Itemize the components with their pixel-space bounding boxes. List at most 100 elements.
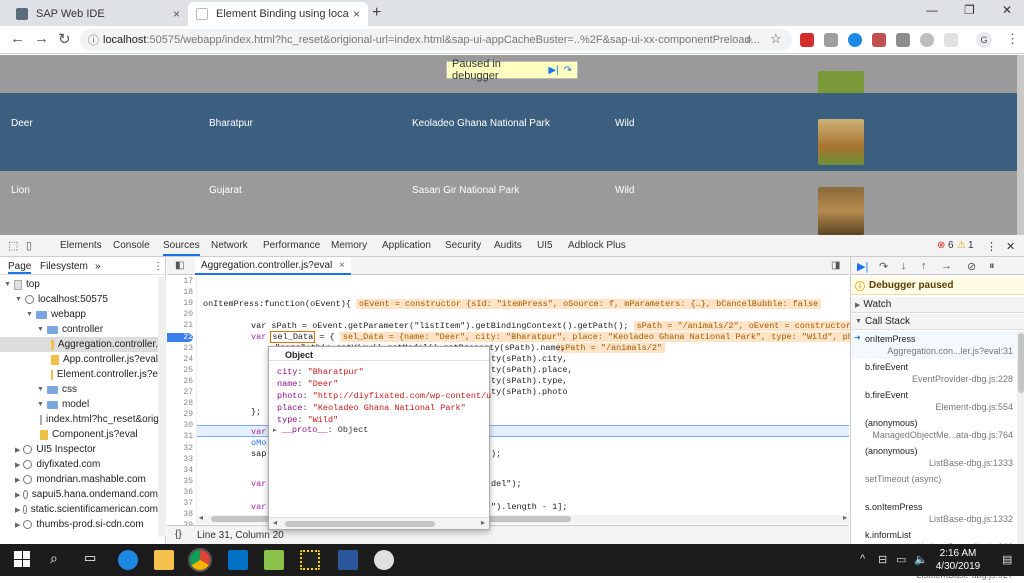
tab-audits[interactable]: Audits	[494, 240, 522, 251]
popup-scrollbar[interactable]: ◂ ▸	[269, 517, 489, 529]
tab-close-icon[interactable]: ×	[353, 7, 360, 21]
line-number[interactable]: 33	[167, 455, 193, 464]
extension-icon[interactable]	[848, 33, 862, 47]
system-clock[interactable]: 2:16 AM 4/30/2019	[928, 547, 988, 573]
line-number[interactable]: 24	[167, 355, 193, 364]
line-number[interactable]: 37	[167, 499, 193, 508]
line-number[interactable]: 28	[167, 399, 193, 408]
tree-item[interactable]: ▼ css	[0, 382, 158, 397]
editor-file-tab[interactable]: Aggregation.controller.js?eval ×	[195, 257, 351, 275]
expand-chevron-icon[interactable]: ▶	[15, 446, 20, 454]
expand-chevron-icon[interactable]: ▶	[15, 476, 20, 484]
people-icon[interactable]: ^	[860, 553, 865, 565]
pretty-print-icon[interactable]: {}	[175, 529, 182, 540]
line-number[interactable]: 27	[167, 388, 193, 397]
call-frame[interactable]: setTimeout (async)	[851, 471, 1017, 499]
tab-adblock-plus[interactable]: Adblock Plus	[568, 240, 626, 251]
remote-desktop-icon[interactable]	[374, 550, 394, 570]
line-number[interactable]: 18	[167, 288, 193, 297]
forward-arrow-icon[interactable]: →	[34, 30, 49, 47]
tab-network[interactable]: Network	[211, 240, 248, 251]
devtools-menu-icon[interactable]: ⋮	[986, 240, 997, 253]
battery-icon[interactable]: ▭	[896, 553, 906, 566]
file-explorer-icon[interactable]	[154, 550, 174, 570]
tree-item[interactable]: ▼ model	[0, 397, 158, 412]
toggle-debugger-icon[interactable]: ◨	[831, 260, 840, 271]
hovered-variable[interactable]: sel_Data	[270, 331, 316, 343]
line-number[interactable]: 31	[167, 432, 193, 441]
line-number[interactable]: 34	[167, 466, 193, 475]
tree-item[interactable]: Component.js?eval	[0, 427, 158, 442]
tree-item[interactable]: ▶ diyfixated.com	[0, 457, 158, 472]
action-center-icon[interactable]: ▤	[1002, 553, 1012, 566]
table-row[interactable]: Lion Gujarat Sasan Gir National Park Wil…	[0, 171, 1017, 235]
tree-item[interactable]: ▼ controller	[0, 322, 158, 337]
tree-item[interactable]: Element.controller.js?e	[0, 367, 158, 382]
windows-start-icon[interactable]	[14, 551, 30, 567]
tree-item[interactable]: ▼ webapp	[0, 307, 158, 322]
inspect-icon[interactable]: ⬚	[8, 239, 18, 252]
expand-chevron-icon[interactable]: ▶	[15, 521, 20, 529]
extension-icon[interactable]	[824, 33, 838, 47]
tree-item[interactable]: Aggregation.controller.	[0, 337, 158, 352]
line-number[interactable]: 30	[167, 421, 193, 430]
breakpoint-line-number[interactable]: 22	[167, 332, 193, 342]
reload-icon[interactable]: ↻	[58, 30, 71, 48]
internet-explorer-icon[interactable]	[118, 550, 138, 570]
minimize-button[interactable]: —	[926, 3, 938, 17]
info-icon[interactable]: ⓘ	[88, 32, 99, 48]
zoom-search-icon[interactable]: ⌕	[746, 32, 753, 47]
outlook-icon[interactable]	[228, 550, 248, 570]
expand-chevron-icon[interactable]: ▼	[37, 401, 44, 408]
line-number[interactable]: 25	[167, 366, 193, 375]
tree-item[interactable]: ▶ thumbs-prod.si-cdn.com	[0, 517, 158, 532]
tree-item[interactable]: ▶ sapui5.hana.ondemand.com	[0, 487, 158, 502]
notepad-plus-plus-icon[interactable]	[264, 550, 284, 570]
tree-item[interactable]: ▶ UI5 Inspector	[0, 442, 158, 457]
resume-icon[interactable]: ▶|	[857, 260, 868, 273]
expand-chevron-icon[interactable]: ▼	[37, 386, 44, 393]
line-number[interactable]: 32	[167, 444, 193, 453]
watch-section-header[interactable]: ▶ Watch	[851, 297, 1024, 313]
call-frame[interactable]: ➜ onItemPress Aggregation.con...ler.js?eva…	[851, 331, 1017, 359]
expand-chevron-icon[interactable]: ▶	[15, 461, 20, 469]
tab-sources[interactable]: Sources	[163, 240, 200, 256]
expand-chevron-icon[interactable]: ▶	[15, 491, 20, 499]
tab-sap-web-ide[interactable]: SAP Web IDE ×	[8, 2, 188, 26]
tab-page[interactable]: Page	[8, 261, 32, 274]
expand-chevron-icon[interactable]: ▼	[4, 281, 11, 288]
tab-console[interactable]: Console	[113, 240, 150, 251]
new-tab-button[interactable]: +	[372, 4, 381, 22]
word-icon[interactable]	[338, 550, 358, 570]
expand-chevron-icon[interactable]: ▶	[15, 506, 20, 514]
back-arrow-icon[interactable]: ←	[10, 30, 25, 47]
line-number[interactable]: 17	[167, 277, 193, 286]
step-icon[interactable]: →	[941, 260, 952, 272]
close-window-button[interactable]: ✕	[1002, 3, 1012, 17]
tree-item[interactable]: ▶ mondrian.mashable.com	[0, 472, 158, 487]
extension-icon[interactable]	[896, 33, 910, 47]
tree-item[interactable]: App.controller.js?eval	[0, 352, 158, 367]
tab-elements[interactable]: Elements	[60, 240, 102, 251]
error-count-icon[interactable]: ⊗	[937, 240, 945, 251]
call-frame[interactable]: (anonymous) ListBase-dbg.js:1333	[851, 443, 1017, 471]
step-out-icon[interactable]: ↑	[921, 260, 927, 272]
step-into-icon[interactable]: ↓	[901, 260, 907, 272]
navigator-menu-icon[interactable]: ⋮	[153, 261, 163, 272]
line-number[interactable]: 36	[167, 488, 193, 497]
line-number[interactable]: 26	[167, 377, 193, 386]
line-number[interactable]: 21	[167, 321, 193, 330]
search-icon[interactable]: ⌕	[50, 550, 58, 567]
network-icon[interactable]: ⊟	[878, 553, 887, 566]
sap-logon-icon[interactable]	[300, 550, 320, 570]
call-frame[interactable]: (anonymous) ManagedObjectMe...ata-dbg.js:…	[851, 415, 1017, 443]
tree-item[interactable]: index.html?hc_reset&orig	[0, 412, 159, 427]
line-number[interactable]: 20	[167, 310, 193, 319]
extension-icon[interactable]	[944, 33, 958, 47]
volume-icon[interactable]: 🔈	[914, 553, 928, 566]
call-frame[interactable]: b.fireEvent Element-dbg.js:554	[851, 387, 1017, 415]
tree-item[interactable]: ▼ localhost:50575	[0, 292, 158, 307]
maximize-button[interactable]: ❐	[964, 3, 975, 17]
toggle-navigator-icon[interactable]: ◧	[175, 260, 184, 271]
tree-item[interactable]: ▶ static.scientificamerican.com	[0, 502, 158, 517]
